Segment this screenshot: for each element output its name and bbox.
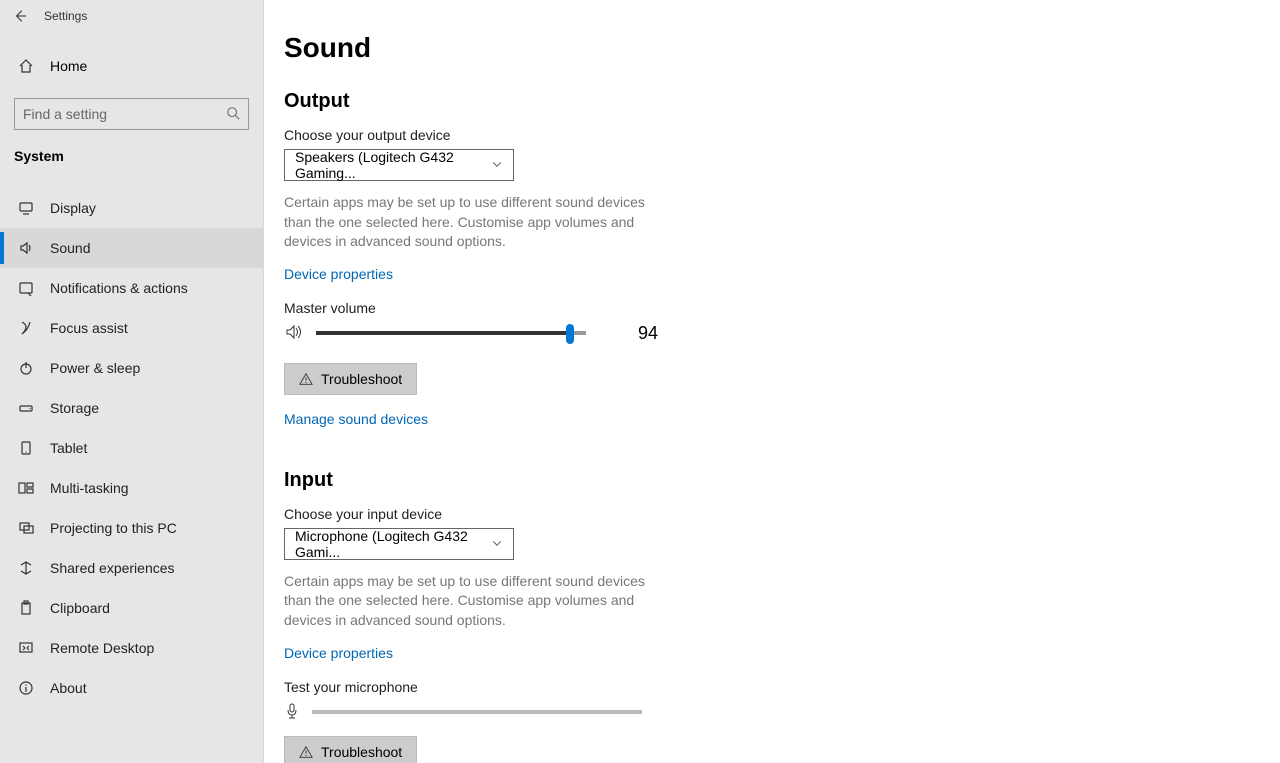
clipboard-icon (16, 600, 36, 616)
search-box[interactable] (14, 98, 249, 130)
power-icon (16, 360, 36, 376)
master-volume-row: 94 (284, 322, 1260, 345)
sidebar-item-notifications[interactable]: Notifications & actions (0, 268, 263, 308)
master-volume-label: Master volume (284, 300, 1260, 316)
sidebar-item-label: Shared experiences (50, 560, 175, 576)
sidebar-item-label: Storage (50, 400, 99, 416)
output-device-select[interactable]: Speakers (Logitech G432 Gaming... (284, 149, 514, 181)
sidebar-item-tablet[interactable]: Tablet (0, 428, 263, 468)
sidebar-item-label: Power & sleep (50, 360, 140, 376)
sidebar-item-multitask[interactable]: Multi-tasking (0, 468, 263, 508)
sidebar-category: System (0, 140, 263, 172)
titlebar-title: Settings (44, 9, 87, 23)
sidebar-item-label: Display (50, 200, 96, 216)
shared-icon (16, 560, 36, 576)
sidebar-home[interactable]: Home (0, 46, 263, 86)
sidebar-item-label: Tablet (50, 440, 87, 456)
speaker-icon[interactable] (284, 322, 304, 345)
about-icon (16, 680, 36, 696)
sidebar-item-display[interactable]: Display (0, 188, 263, 228)
sidebar-item-label: Sound (50, 240, 90, 256)
sidebar-item-label: Projecting to this PC (50, 520, 177, 536)
sidebar-nav: Display Sound Notifications & actions Focus… (0, 188, 263, 708)
input-device-properties-link[interactable]: Device properties (284, 645, 393, 661)
output-troubleshoot-label: Troubleshoot (321, 371, 402, 387)
sidebar-item-label: About (50, 680, 87, 696)
mic-test-row (284, 703, 1260, 722)
output-device-value: Speakers (Logitech G432 Gaming... (295, 149, 491, 181)
home-label: Home (50, 58, 87, 74)
output-choose-label: Choose your output device (284, 127, 1260, 143)
back-button[interactable] (8, 4, 32, 28)
sidebar-item-clipboard[interactable]: Clipboard (0, 588, 263, 628)
notifications-icon (16, 280, 36, 296)
output-device-properties-link[interactable]: Device properties (284, 266, 393, 282)
sidebar-item-remote[interactable]: Remote Desktop (0, 628, 263, 668)
sidebar-item-about[interactable]: About (0, 668, 263, 708)
sidebar-item-label: Focus assist (50, 320, 128, 336)
sidebar-item-focus[interactable]: Focus assist (0, 308, 263, 348)
sidebar-item-label: Clipboard (50, 600, 110, 616)
input-troubleshoot-button[interactable]: Troubleshoot (284, 736, 417, 763)
sidebar-item-label: Remote Desktop (50, 640, 154, 656)
main-content: Sound Output Choose your output device S… (264, 0, 1280, 763)
master-volume-slider[interactable] (316, 331, 586, 335)
input-help-text: Certain apps may be set up to use differ… (284, 572, 664, 631)
display-icon (16, 200, 36, 216)
mic-level-bar (312, 710, 642, 714)
remote-icon (16, 640, 36, 656)
output-troubleshoot-button[interactable]: Troubleshoot (284, 363, 417, 395)
page-title: Sound (284, 32, 1260, 64)
search-wrap (0, 98, 263, 140)
sidebar-item-storage[interactable]: Storage (0, 388, 263, 428)
output-heading: Output (284, 90, 1260, 113)
warning-icon (299, 745, 313, 759)
home-icon (16, 58, 36, 74)
output-manage-devices-link[interactable]: Manage sound devices (284, 411, 428, 427)
sidebar-item-label: Multi-tasking (50, 480, 129, 496)
input-device-value: Microphone (Logitech G432 Gami... (295, 528, 491, 560)
sidebar: Settings Home System Display Sound Notific… (0, 0, 264, 763)
warning-icon (299, 372, 313, 386)
input-heading: Input (284, 469, 1260, 492)
search-input[interactable] (23, 106, 226, 122)
titlebar: Settings (0, 0, 263, 32)
multitask-icon (16, 480, 36, 496)
input-device-select[interactable]: Microphone (Logitech G432 Gami... (284, 528, 514, 560)
master-volume-value: 94 (638, 323, 658, 344)
test-mic-label: Test your microphone (284, 679, 1260, 695)
sidebar-item-power[interactable]: Power & sleep (0, 348, 263, 388)
input-troubleshoot-label: Troubleshoot (321, 744, 402, 760)
project-icon (16, 520, 36, 536)
storage-icon (16, 400, 36, 416)
input-choose-label: Choose your input device (284, 506, 1260, 522)
microphone-icon (284, 703, 300, 722)
sidebar-item-project[interactable]: Projecting to this PC (0, 508, 263, 548)
sound-icon (16, 240, 36, 256)
focus-icon (16, 320, 36, 336)
output-help-text: Certain apps may be set up to use differ… (284, 193, 664, 252)
search-icon (226, 106, 240, 123)
chevron-down-icon (491, 157, 503, 173)
sidebar-item-label: Notifications & actions (50, 280, 188, 296)
sidebar-item-shared[interactable]: Shared experiences (0, 548, 263, 588)
chevron-down-icon (491, 536, 503, 552)
sidebar-item-sound[interactable]: Sound (0, 228, 263, 268)
tablet-icon (16, 440, 36, 456)
